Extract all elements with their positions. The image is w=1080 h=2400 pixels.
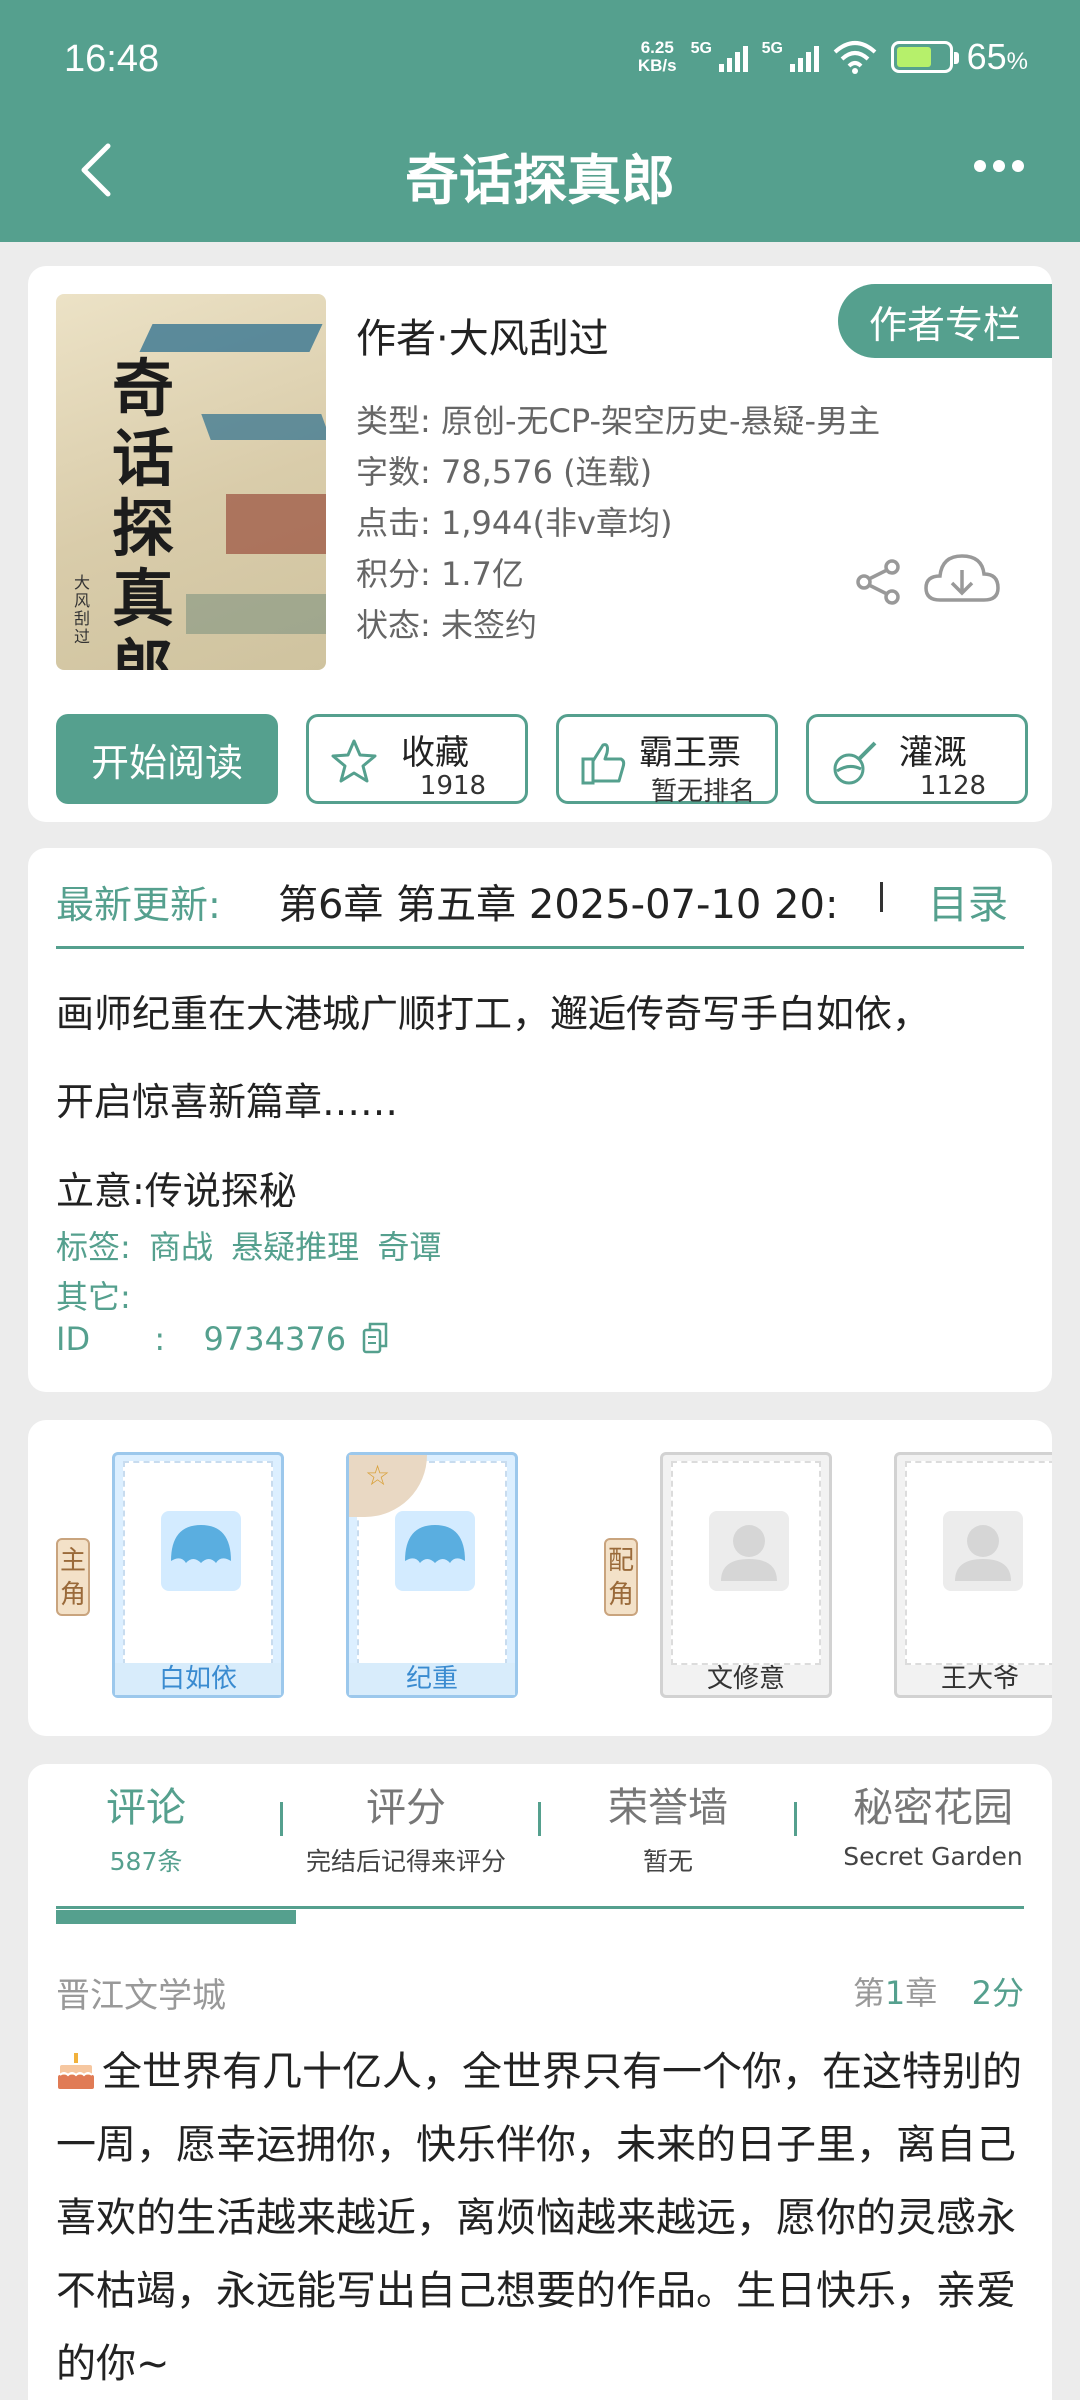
water-button[interactable]: 灌溉 1128 xyxy=(806,714,1028,804)
battery-percent: 65% xyxy=(966,36,1028,77)
tab-comments[interactable]: 评论 587条 xyxy=(56,1784,236,1878)
favorite-label: 收藏 xyxy=(401,733,469,773)
characters-card: 主角 白如依 ☆ 纪重 配角 文修意 王大爷 xyxy=(28,1420,1052,1736)
divider xyxy=(880,882,883,912)
cover-author: 大风刮过 xyxy=(74,573,91,646)
avatar-icon xyxy=(709,1511,789,1591)
thumbs-up-icon xyxy=(581,743,626,785)
author-column-button[interactable]: 作者专栏 xyxy=(838,284,1052,358)
battery-icon xyxy=(890,41,959,73)
avatar-icon xyxy=(395,1511,475,1591)
comment-body[interactable]: 全世界有几十亿人，全世界只有一个你，在这特别的一周，愿幸运拥你，快乐伴你，未来的… xyxy=(56,2036,1024,2400)
book-theme: 立意:传说探秘 xyxy=(56,1169,297,1213)
avatar-icon xyxy=(943,1511,1023,1591)
book-summary: 画师纪重在大港城广顺打工，邂逅传奇写手白如依， 开启惊喜新篇章…… xyxy=(56,992,931,1124)
share-icon[interactable] xyxy=(854,558,902,606)
watering-can-icon xyxy=(833,741,877,785)
signal-icon: 5G xyxy=(762,40,819,72)
book-id: ID : 9734376 xyxy=(56,1320,388,1358)
battery-fill xyxy=(896,47,931,67)
meta-status: 状态: 未签约 xyxy=(356,606,537,644)
start-reading-button[interactable]: 开始阅读 xyxy=(56,714,278,804)
cover-title: 奇话探真郎 xyxy=(111,352,174,671)
tag-item[interactable]: 奇谭 xyxy=(377,1228,441,1266)
tab-divider xyxy=(794,1802,797,1836)
favorite-count: 1918 xyxy=(419,771,487,801)
book-info-card: 奇话探真郎 大风刮过 作者专栏 作者·大风刮过 类型: 原创-无CP-架空历史-… xyxy=(28,266,1052,822)
character-name: 王大爷 xyxy=(940,1664,1019,1694)
ticket-button[interactable]: 霸王票 暂无排名 xyxy=(556,714,778,807)
book-meta: 类型: 原创-无CP-架空历史-悬疑-男主 字数: 78,576 (连载) 点击… xyxy=(356,396,880,651)
tags-label: 标签: xyxy=(56,1228,131,1266)
star-icon: ☆ xyxy=(365,1459,391,1492)
meta-points: 积分: 1.7亿 xyxy=(356,555,524,593)
water-count: 1128 xyxy=(919,771,987,801)
tag-item[interactable]: 商战 xyxy=(149,1228,213,1266)
latest-chapter-link[interactable]: 第6章 第五章 2025-07-10 20: xyxy=(278,872,896,930)
status-icons: 6.25 KB/s 5G 5G 65% xyxy=(638,36,1028,78)
meta-genre: 类型: 原创-无CP-架空历史-悬疑-男主 xyxy=(356,402,881,440)
favorite-button[interactable]: 收藏 1918 xyxy=(306,714,528,804)
active-tab-indicator xyxy=(56,1910,296,1924)
tag-item[interactable]: 悬疑推理 xyxy=(231,1228,359,1266)
book-id-value: 9734376 xyxy=(203,1320,347,1358)
tab-rating[interactable]: 评分 完结后记得来评分 xyxy=(296,1784,516,1878)
page-title: 奇话探真郎 xyxy=(405,149,675,212)
character-card[interactable]: 白如依 xyxy=(112,1452,284,1698)
character-name: 文修意 xyxy=(706,1664,785,1694)
support-role-tag: 配角 xyxy=(604,1538,638,1616)
book-detail-card: 最新更新: 第6章 第五章 2025-07-10 20: 目录 画师纪重在大港城… xyxy=(28,848,1052,1392)
book-cover[interactable]: 奇话探真郎 大风刮过 xyxy=(56,294,326,670)
status-time: 16:48 xyxy=(64,38,160,80)
meta-clicks: 点击: 1,944(非v章均) xyxy=(356,504,673,542)
character-name: 白如依 xyxy=(115,1663,281,1695)
author-name[interactable]: 作者·大风刮过 xyxy=(356,306,609,364)
top-bar: 16:48 6.25 KB/s 5G 5G 65% 奇话探真郎 xyxy=(0,0,1080,242)
tab-divider xyxy=(538,1802,541,1836)
latest-update-label: 最新更新: xyxy=(56,883,221,927)
tab-divider xyxy=(280,1802,283,1836)
water-label: 灌溉 xyxy=(899,733,967,773)
main-role-tag: 主角 xyxy=(56,1538,90,1616)
more-icon[interactable] xyxy=(974,160,1024,172)
divider xyxy=(56,946,1024,949)
tab-honor-wall[interactable]: 荣誉墙 暂无 xyxy=(558,1784,778,1878)
avatar-icon xyxy=(161,1511,241,1591)
copy-icon[interactable] xyxy=(362,1322,388,1354)
others-label: 其它: xyxy=(56,1278,131,1316)
character-name: 纪重 xyxy=(349,1663,515,1695)
comment-source: 晋江文学城 xyxy=(56,1976,226,2016)
tab-underline xyxy=(56,1906,1024,1909)
table-of-contents-link[interactable]: 目录 xyxy=(928,872,1008,930)
ticket-rank: 暂无排名 xyxy=(650,777,755,807)
wifi-icon xyxy=(833,41,876,74)
ticket-label: 霸王票 xyxy=(639,733,741,773)
network-speed: 6.25 KB/s xyxy=(637,38,677,75)
birthday-cake-icon xyxy=(58,2053,94,2089)
download-icon[interactable] xyxy=(922,548,1002,610)
action-buttons: 开始阅读 收藏 1918 霸王票 暂无排名 灌溉 1128 xyxy=(56,714,1028,807)
comments-card: 评论 587条 评分 完结后记得来评分 荣誉墙 暂无 秘密花园 Secret G… xyxy=(28,1764,1052,2400)
tags-row: 标签: 商战 悬疑推理 奇谭 xyxy=(56,1222,449,1268)
tab-secret-garden[interactable]: 秘密花园 Secret Garden xyxy=(818,1784,1048,1871)
signal-icon: 5G xyxy=(691,40,748,72)
star-icon xyxy=(331,739,377,783)
meta-word-count: 字数: 78,576 (连载) xyxy=(356,453,653,491)
character-card[interactable]: 文修意 xyxy=(660,1452,832,1698)
character-card[interactable]: 王大爷 xyxy=(894,1452,1052,1698)
comment-meta: 第1章 2分 xyxy=(852,1974,1024,2012)
character-card[interactable]: ☆ 纪重 xyxy=(346,1452,518,1698)
